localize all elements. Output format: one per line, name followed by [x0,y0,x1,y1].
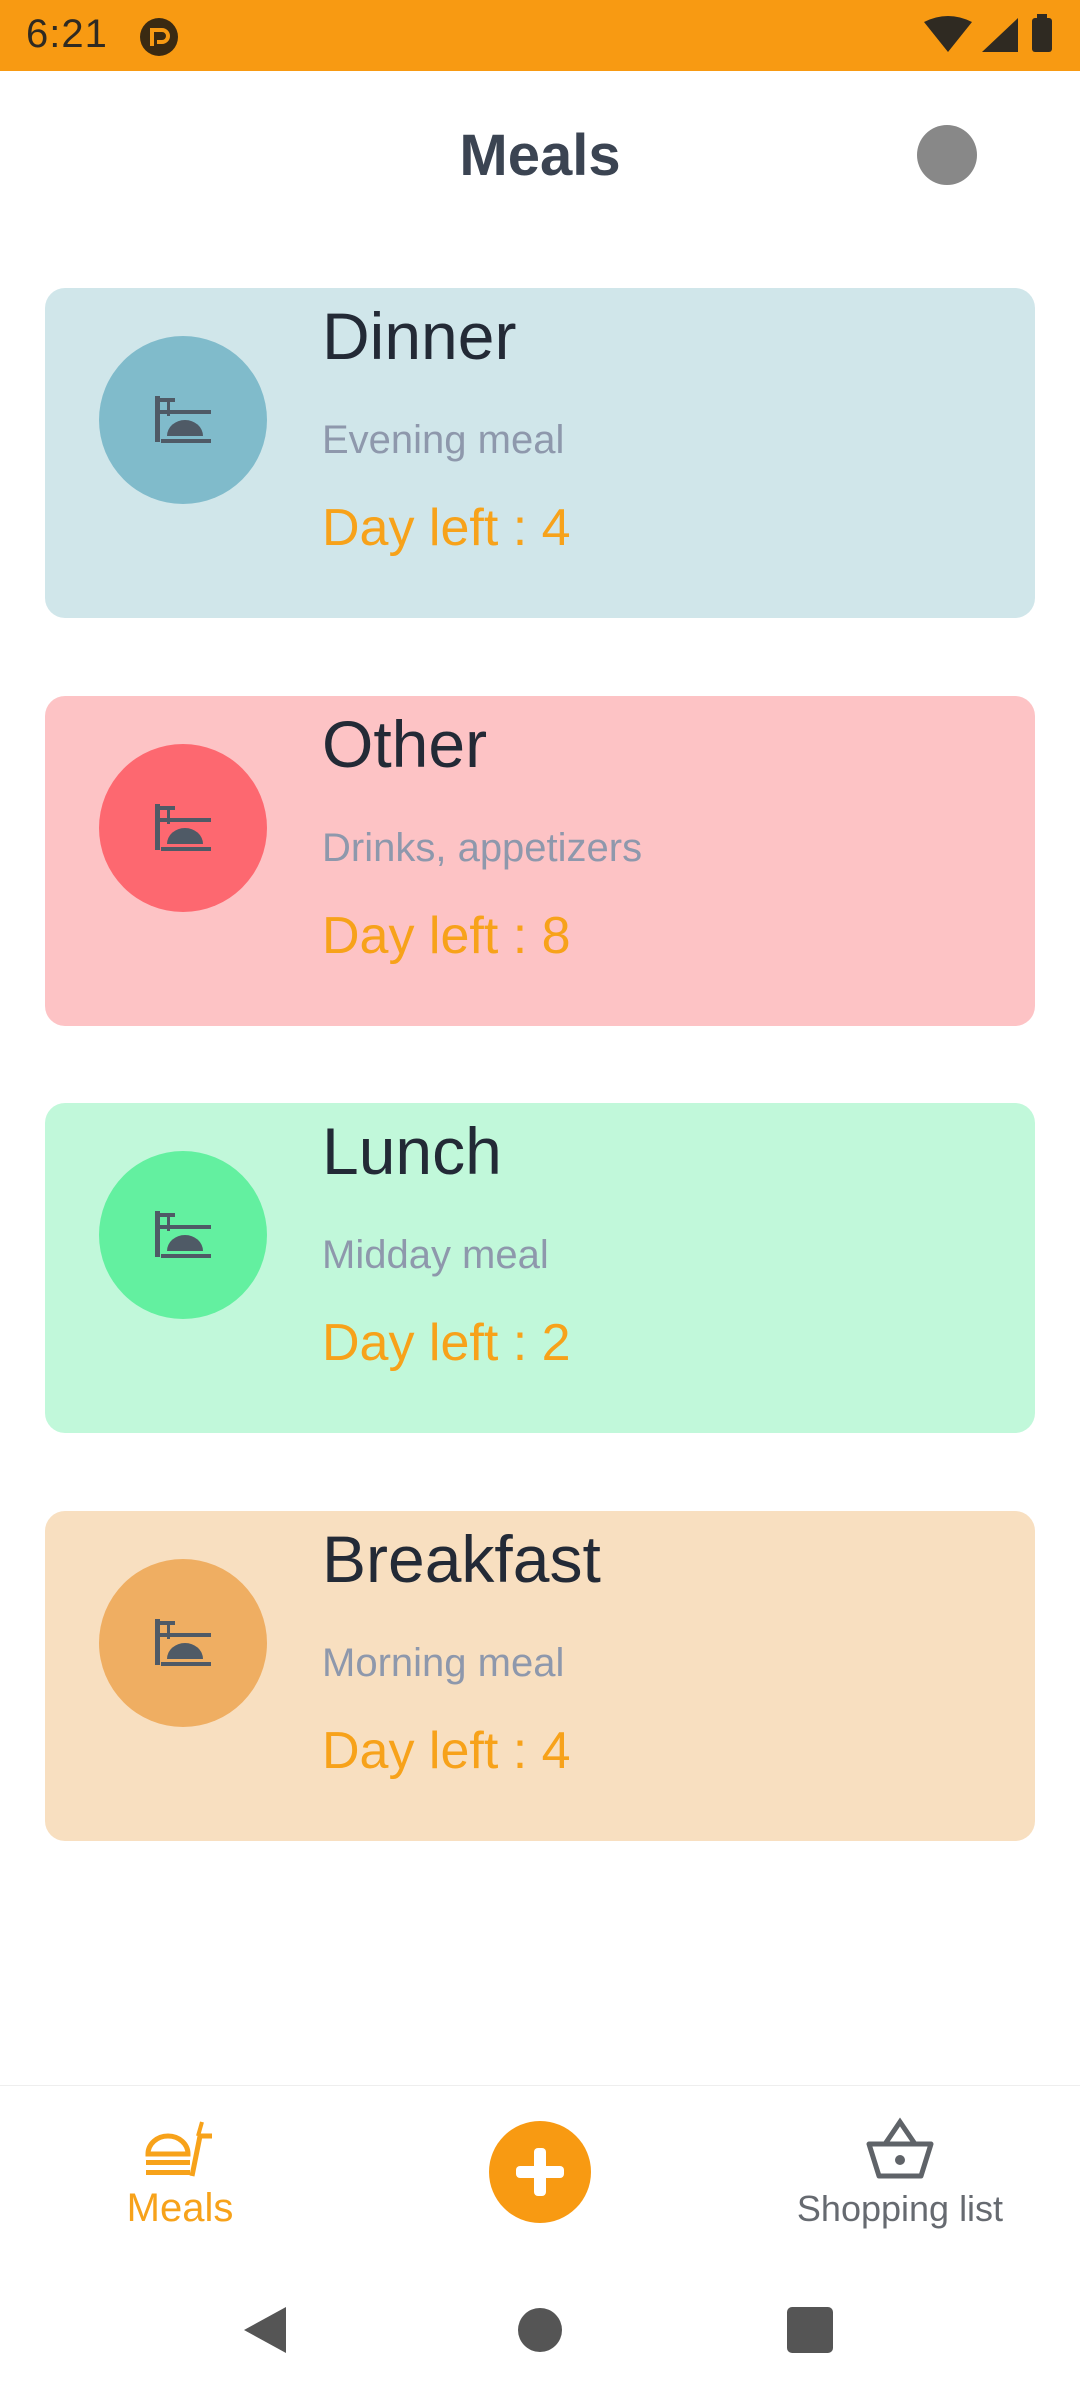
meal-card-breakfast[interactable]: Breakfast Morning meal Day left : 4 [45,1511,1035,1841]
wifi-icon [924,16,972,52]
noodle-bowl-icon [155,1211,211,1258]
meal-days-left: Day left : 8 [322,907,571,965]
nav-tab-meals[interactable]: Meals [100,2116,260,2246]
meal-name: Dinner [322,299,517,373]
meal-days-left: Day left : 4 [322,1722,571,1780]
status-time: 6:21 [26,12,108,56]
meal-description: Midday meal [322,1233,549,1277]
meal-icon-circle [99,1559,267,1727]
plus-icon [516,2148,564,2196]
noodle-bowl-icon [155,804,211,851]
meal-days-left: Day left : 4 [322,499,571,557]
meal-description: Drinks, appetizers [322,826,643,870]
back-icon[interactable] [240,2305,290,2355]
meal-icon-circle [99,336,267,504]
add-meal-button[interactable] [489,2121,591,2223]
noodle-bowl-icon [155,396,211,443]
meal-card-dinner[interactable]: Dinner Evening meal Day left : 4 [45,288,1035,618]
meal-card-other[interactable]: Other Drinks, appetizers Day left : 8 [45,696,1035,1026]
meal-days-left: Day left : 2 [322,1314,571,1372]
meal-card-lunch[interactable]: Lunch Midday meal Day left : 2 [45,1103,1035,1433]
battery-icon [1032,18,1052,52]
nav-label-meals: Meals [126,2186,234,2230]
system-navigation-bar [0,2255,1080,2400]
meal-name: Breakfast [322,1522,601,1596]
meal-description: Evening meal [322,418,565,462]
meals-tab-icon [145,2121,212,2177]
nav-label-shopping-list: Shopping list [796,2188,1004,2229]
basket-icon [866,2117,934,2179]
meal-name: Lunch [322,1114,502,1188]
status-bar: 6:21 [0,0,1080,71]
recents-icon[interactable] [785,2305,835,2355]
meal-name: Other [322,707,488,781]
signal-icon [982,18,1018,52]
meal-icon-circle [99,744,267,912]
home-icon[interactable] [515,2305,565,2355]
nav-tab-shopping-list[interactable]: Shopping list [770,2116,1030,2246]
app-notification-icon [140,18,178,56]
meal-description: Morning meal [322,1641,565,1685]
noodle-bowl-icon [155,1619,211,1666]
bottom-navigation: Meals Shopping list [0,2085,1080,2256]
status-icons [924,14,1052,52]
profile-avatar[interactable] [917,125,977,185]
meal-icon-circle [99,1151,267,1319]
